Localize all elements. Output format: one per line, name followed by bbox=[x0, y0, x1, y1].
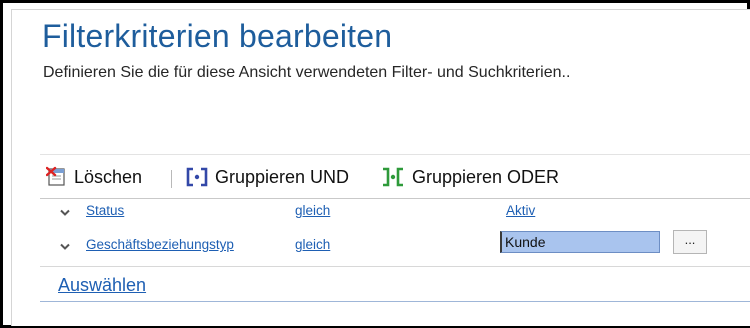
chevron-down-icon[interactable] bbox=[59, 241, 71, 253]
criteria-row: Geschäftsbeziehungstyp gleich Kunde ... bbox=[40, 199, 750, 254]
group-or-label: Gruppieren ODER bbox=[412, 166, 560, 187]
criteria-list: Status gleich Aktiv Geschäftsbeziehungst… bbox=[40, 198, 750, 267]
filter-toolbar: Löschen Gruppieren UND Gruppieren ODER bbox=[40, 154, 750, 199]
group-or-icon bbox=[383, 167, 403, 187]
delete-button[interactable]: Löschen bbox=[46, 165, 142, 189]
delete-icon bbox=[46, 166, 65, 186]
add-criteria-row: Auswählen bbox=[40, 266, 750, 302]
lookup-button[interactable]: ... bbox=[673, 230, 707, 254]
criteria-field-link[interactable]: Geschäftsbeziehungstyp bbox=[86, 237, 234, 252]
page-title: Filterkriterien bearbeiten bbox=[42, 18, 393, 54]
group-and-icon bbox=[186, 167, 208, 187]
group-and-label: Gruppieren UND bbox=[215, 166, 350, 187]
criteria-operator-link[interactable]: gleich bbox=[295, 237, 330, 252]
select-field-link[interactable]: Auswählen bbox=[58, 275, 146, 296]
delete-button-label: Löschen bbox=[74, 166, 143, 187]
group-and-button[interactable]: Gruppieren UND bbox=[185, 165, 349, 189]
group-or-button[interactable]: Gruppieren ODER bbox=[380, 165, 559, 189]
page-subtitle: Definieren Sie die für diese Ansicht ver… bbox=[43, 64, 571, 81]
toolbar-separator bbox=[171, 170, 172, 188]
criteria-value-input[interactable]: Kunde bbox=[500, 231, 660, 253]
